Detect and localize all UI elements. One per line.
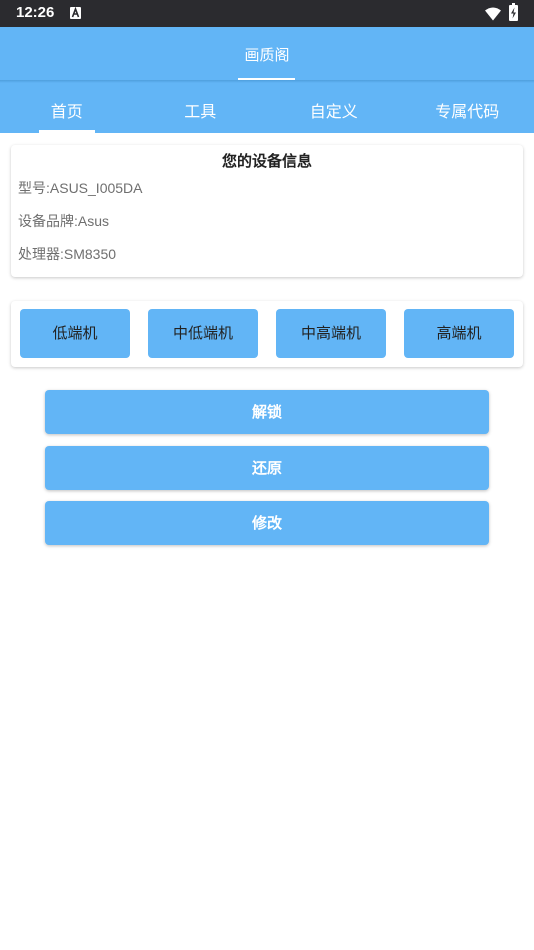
device-model: 型号:ASUS_I005DA	[18, 180, 143, 196]
status-time: 12:26	[16, 4, 55, 21]
device-info-card: 您的设备信息 型号:ASUS_I005DA 设备品牌:Asus 处理器:SM83…	[11, 145, 523, 277]
high-end-button[interactable]: 高端机	[404, 309, 514, 358]
mid-high-end-button[interactable]: 中高端机	[276, 309, 386, 358]
tab-bar: 首页 工具 自定义 专属代码	[0, 83, 534, 133]
tab-selected-indicator	[39, 130, 95, 133]
device-brand: 设备品牌:Asus	[18, 213, 110, 229]
device-processor: 处理器:SM8350	[18, 246, 117, 262]
tab-exclusive-code[interactable]: 专属代码	[401, 83, 534, 133]
tab-tools[interactable]: 工具	[134, 83, 268, 133]
tab-custom[interactable]: 自定义	[267, 83, 401, 133]
restore-button[interactable]: 还原	[45, 446, 489, 490]
modify-button[interactable]: 修改	[45, 501, 489, 545]
device-info-heading: 您的设备信息	[221, 152, 312, 170]
status-bar: 12:26	[0, 0, 534, 27]
device-tier-card: 低端机 中低端机 中高端机 高端机	[11, 301, 523, 367]
a-notification-icon	[70, 7, 81, 19]
tab-tools-label: 工具	[184, 102, 217, 121]
wifi-icon	[485, 6, 501, 25]
tab-home[interactable]: 首页	[0, 83, 134, 133]
tab-exclusive-code-label: 专属代码	[435, 102, 500, 121]
app-bar: 画质阁	[0, 27, 534, 80]
unlock-button[interactable]: 解锁	[45, 390, 489, 434]
app-title: 画质阁	[244, 46, 290, 64]
tab-home-label: 首页	[50, 102, 83, 121]
tab-custom-label: 自定义	[309, 102, 358, 121]
low-end-button[interactable]: 低端机	[20, 309, 130, 358]
mid-low-end-button[interactable]: 中低端机	[148, 309, 258, 358]
battery-charging-icon	[509, 3, 518, 21]
